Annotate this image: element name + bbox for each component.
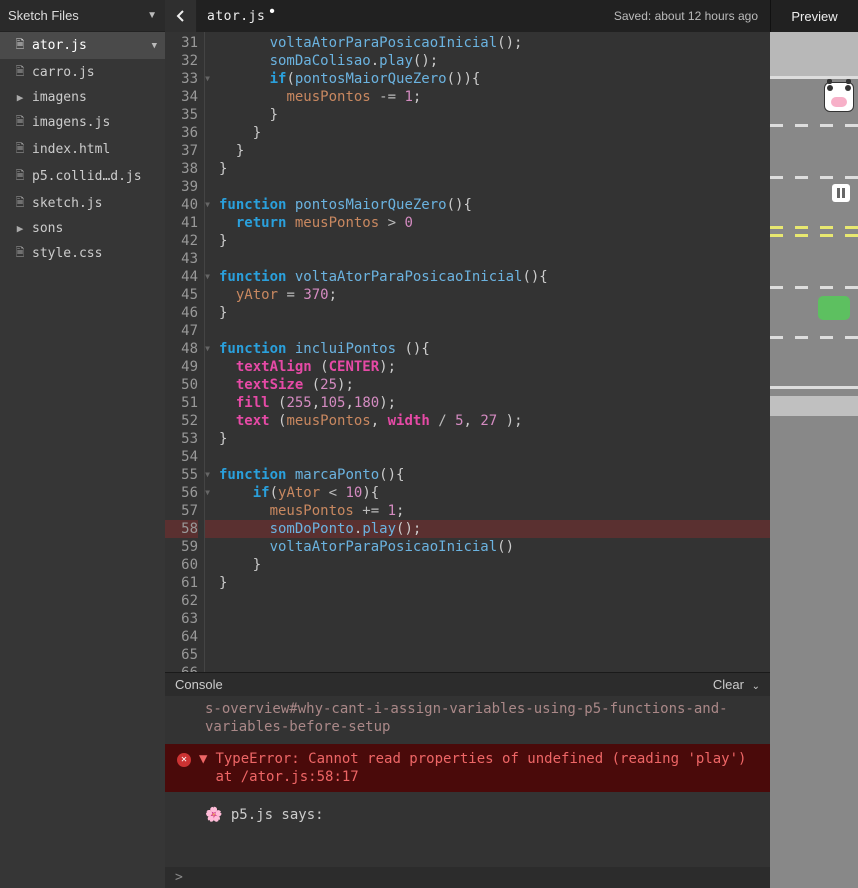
code-editor[interactable]: 313233▼34353637383940▼41424344▼45464748▼… [165, 32, 770, 672]
console-clear-button[interactable]: Clear ⌄ [713, 677, 760, 692]
code-content[interactable]: voltaAtorParaPosicaoInicial(); somDaColi… [205, 32, 770, 672]
line-gutter: 313233▼34353637383940▼41424344▼45464748▼… [165, 32, 205, 672]
file-name: index.html [32, 142, 110, 157]
car-sprite [832, 184, 850, 202]
error-message: TypeError: Cannot read properties of und… [215, 750, 746, 768]
cow-sprite [824, 82, 854, 112]
preview-label: Preview [791, 9, 837, 24]
file-name: sons [32, 221, 63, 236]
collapse-sidebar-button[interactable] [165, 0, 197, 32]
editor-header: ator.js • Saved: about 12 hours ago [165, 0, 770, 32]
console-message: 🌸 p5.js says: [165, 792, 770, 832]
file-icon: 🗎 [14, 63, 26, 82]
file-item[interactable]: 🗎 sketch.js [0, 190, 165, 217]
chevron-down-icon: ▼ [147, 10, 157, 21]
file-name: style.css [32, 246, 102, 261]
file-name: sketch.js [32, 196, 102, 211]
file-icon: 🗎 [14, 113, 26, 132]
caret-down-icon: ▼ [199, 750, 207, 768]
chevron-left-icon [175, 10, 187, 22]
file-icon: 🗎 [14, 244, 26, 263]
file-icon: 🗎 [14, 194, 26, 213]
file-name: imagens [32, 90, 87, 105]
file-tree: 🗎 ator.js ▼ 🗎 carro.js ▶ imagens 🗎 imagens.js 🗎 in… [0, 32, 165, 888]
saved-status: Saved: about 12 hours ago [614, 9, 758, 23]
error-icon: ✕ [177, 753, 191, 767]
file-item[interactable]: 🗎 p5.collid…d.js [0, 163, 165, 190]
preview-canvas [770, 32, 858, 888]
file-icon: 🗎 [14, 140, 26, 159]
file-item[interactable]: 🗎 ator.js ▼ [0, 32, 165, 59]
file-name: p5.collid…d.js [32, 169, 142, 184]
file-item[interactable]: 🗎 carro.js [0, 59, 165, 86]
file-item[interactable]: 🗎 imagens.js [0, 109, 165, 136]
console-input-prompt[interactable]: > [165, 867, 770, 888]
unsaved-indicator-icon: • [269, 4, 275, 20]
preview-header: Preview [770, 0, 858, 32]
console-message: s-overview#why-cant-i-assign-variables-u… [165, 700, 770, 744]
file-item[interactable]: 🗎 style.css [0, 240, 165, 267]
chevron-down-icon: ⌄ [752, 681, 760, 692]
file-icon: 🗎 [14, 167, 26, 186]
console-title: Console [175, 677, 223, 692]
folder-item[interactable]: ▶ sons [0, 217, 165, 240]
folder-icon: ▶ [14, 91, 26, 104]
folder-item[interactable]: ▶ imagens [0, 86, 165, 109]
file-name: imagens.js [32, 115, 110, 130]
file-item[interactable]: 🗎 index.html [0, 136, 165, 163]
file-name: carro.js [32, 65, 95, 80]
file-icon: 🗎 [14, 36, 26, 55]
sketch-files-header[interactable]: Sketch Files ▼ [0, 0, 165, 32]
folder-icon: ▶ [14, 222, 26, 235]
console-output[interactable]: s-overview#why-cant-i-assign-variables-u… [165, 700, 770, 867]
error-location: at /ator.js:58:17 [215, 768, 746, 786]
chevron-down-icon: ▼ [152, 41, 157, 51]
active-tab-name: ator.js [203, 9, 265, 24]
console-panel: Console Clear ⌄ s-overview#why-cant-i-as… [165, 672, 770, 888]
car-sprite [818, 296, 850, 320]
console-error: ✕ ▼ TypeError: Cannot read properties of… [165, 744, 770, 792]
sketch-files-label: Sketch Files [8, 8, 79, 23]
file-name: ator.js [32, 38, 87, 53]
